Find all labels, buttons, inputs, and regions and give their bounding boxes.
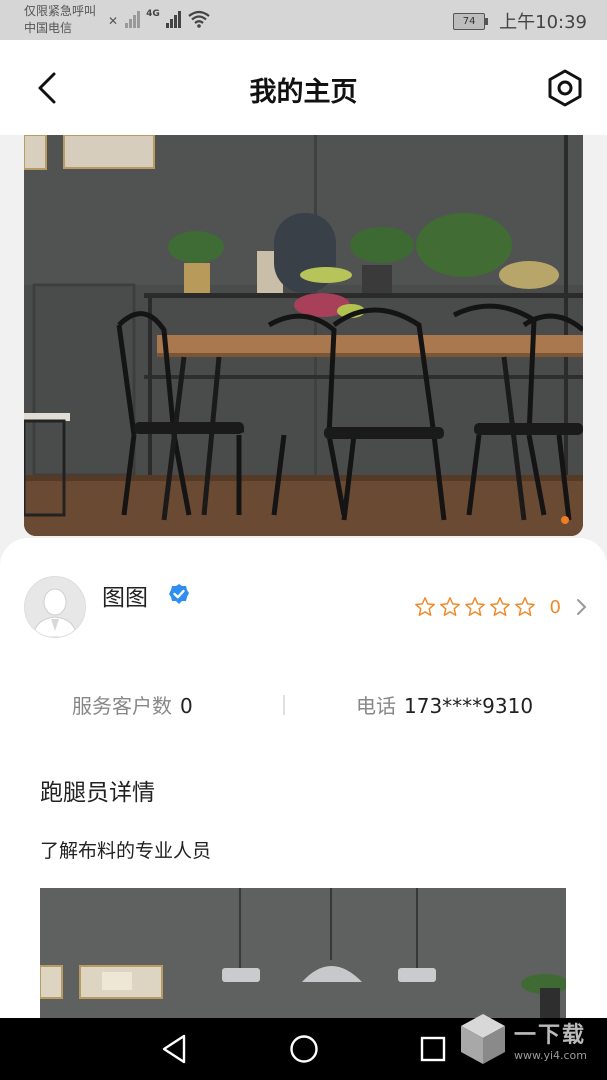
customers-served-label: 服务客户数 [72,694,172,718]
signal-bars-icon-2 [165,10,181,28]
user-name: 图图 [102,585,148,611]
watermark-title: 一下载 [513,1022,586,1048]
watermark-url: www.yi4.com [513,1048,587,1062]
phone-stat[interactable]: 电话 173****9310 [356,690,533,719]
wifi-icon [188,10,210,28]
star-icon [414,597,435,616]
avatar [24,576,86,638]
network-type: 4G [146,9,160,19]
no-sim-x-icon: ✕ [108,14,119,28]
app-header: 我的主页 [0,40,607,135]
customers-served-stat: 服务客户数 0 [72,690,193,719]
stats-divider [283,695,285,715]
customers-served-value: 0 [180,694,193,718]
star-icon [464,597,485,616]
phone-label: 电话 [356,694,396,718]
carousel-indicator-dot [561,516,569,524]
system-nav-bar: 一下载 www.yi4.com [0,1014,607,1080]
phone-value: 173****9310 [404,694,534,718]
nav-recents-icon[interactable] [420,1036,446,1062]
emergency-calls-text: 仅限紧急呼叫 [24,4,97,18]
chevron-right-icon [577,599,587,615]
detail-photo [40,888,566,1018]
default-user-icon [25,577,85,637]
star-icon [489,597,510,616]
nav-home-icon[interactable] [289,1034,319,1064]
signal-indicators: ✕ 4G [108,9,211,28]
star-icon [439,597,460,616]
profile-card: 图图 0 服务客户数 0 电话 173****9310 跑腿员详情 了解布料的专业人… [0,538,607,1018]
star-rating [414,596,536,618]
signal-bars-icon-1 [125,10,141,28]
carrier-info: 仅限紧急呼叫 中国电信 [24,3,96,37]
hero-carousel[interactable] [24,135,583,536]
status-bar: 仅限紧急呼叫 中国电信 ✕ 4G 74 上午10:39 [0,0,607,40]
clock: 上午10:39 [499,12,587,33]
details-description: 了解布料的专业人员 [40,840,212,862]
star-icon [514,597,535,616]
status-right: 74 上午10:39 [453,8,587,34]
details-section-title: 跑腿员详情 [40,780,155,806]
watermark-logo: 一下载 www.yi4.com [458,1012,587,1066]
cube-logo-icon [460,1014,505,1064]
battery-icon: 74 [453,12,489,30]
page-title: 我的主页 [249,77,358,108]
battery-level: 74 [462,15,476,27]
carrier-name: 中国电信 [24,21,73,35]
rating-row[interactable]: 0 [414,596,587,618]
nav-back-icon[interactable] [160,1033,188,1065]
verified-badge-icon [169,584,189,604]
pendant-lamps-photo [40,888,566,1018]
hex-gear-icon[interactable] [545,68,585,108]
rating-score: 0 [549,596,561,618]
dining-room-photo [24,135,583,536]
